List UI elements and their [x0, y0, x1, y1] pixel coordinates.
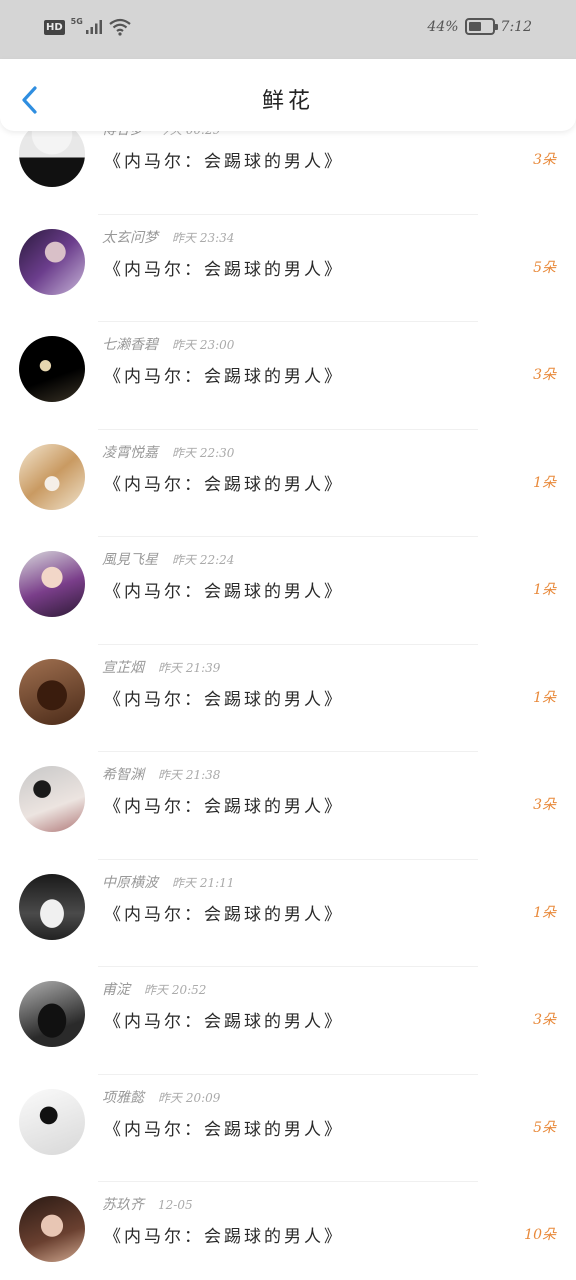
- list-item[interactable]: 项雅懿 昨天 20:09 《内马尔：会踢球的男人》 5朵: [0, 1075, 576, 1182]
- sender-name[interactable]: 七濑香碧: [102, 337, 158, 353]
- sender-name[interactable]: 風見飞星: [102, 552, 158, 568]
- flower-count: 1朵: [533, 474, 556, 491]
- sender-name[interactable]: 中原横波: [102, 875, 158, 891]
- flower-count: 3朵: [533, 367, 556, 383]
- timestamp: 昨天 22:24: [172, 553, 235, 567]
- flower-list: 傅谷梦今天 00:29《内马尔：会踢球的男人》3朵太玄问梦昨天 23:34《内马…: [0, 121, 576, 1280]
- sender-meta: 希智渊 昨天 21:38: [102, 764, 220, 784]
- sender-name[interactable]: 宣芷烟: [102, 660, 144, 676]
- list-item[interactable]: 凌霄悦嘉 昨天 22:30 《内马尔：会踢球的男人》 1朵: [0, 430, 576, 537]
- status-left: HD 5G: [44, 16, 131, 36]
- sender-name[interactable]: 苏玖齐: [102, 1197, 144, 1213]
- timestamp: 昨天 20:09: [158, 1090, 221, 1105]
- header: 鲜花: [0, 59, 576, 131]
- sender-name[interactable]: 希智渊: [102, 767, 144, 783]
- book-title[interactable]: 《内马尔：会踢球的男人》: [104, 470, 344, 495]
- book-title[interactable]: 《内马尔：会踢球的男人》: [104, 1007, 344, 1032]
- status-bar: HD 5G 44% 7:12: [0, 0, 576, 59]
- timestamp: 12-05: [158, 1198, 193, 1212]
- book-title[interactable]: 《内马尔：会踢球的男人》: [104, 577, 344, 602]
- avatar[interactable]: [19, 658, 85, 725]
- flower-count: 5朵: [533, 259, 556, 276]
- book-title[interactable]: 《内马尔：会踢球的男人》: [104, 1115, 344, 1140]
- sender-name[interactable]: 太玄问梦: [102, 230, 158, 246]
- battery-percent: 44%: [427, 18, 459, 35]
- avatar[interactable]: [19, 336, 85, 402]
- timestamp: 昨天 21:38: [158, 768, 221, 782]
- list-item[interactable]: 甫淀 昨天 20:52 《内马尔：会踢球的男人》 3朵: [0, 967, 576, 1075]
- flower-count: 1朵: [533, 582, 556, 598]
- book-title[interactable]: 《内马尔：会踢球的男人》: [104, 1222, 344, 1247]
- page-title: 鲜花: [261, 89, 314, 114]
- sender-meta: 七濑香碧 昨天 23:00: [102, 334, 234, 354]
- sender-name[interactable]: 凌霄悦嘉: [102, 445, 158, 461]
- timestamp: 昨天 20:52: [144, 983, 207, 997]
- sender-name[interactable]: 项雅懿: [102, 1090, 144, 1106]
- wifi-icon: [109, 18, 131, 36]
- list-item[interactable]: 中原横波 昨天 21:11 《内马尔：会踢球的男人》 1朵: [0, 860, 576, 967]
- timestamp: 昨天 23:34: [172, 230, 235, 245]
- sender-meta: 凌霄悦嘉 昨天 22:30: [102, 442, 234, 462]
- flower-count: 5朵: [533, 1119, 556, 1136]
- sender-meta: 太玄问梦 昨天 23:34: [102, 227, 234, 247]
- sender-meta: 苏玖齐 12-05: [102, 1194, 193, 1214]
- flower-count: 3朵: [533, 1012, 556, 1028]
- avatar[interactable]: [19, 228, 85, 295]
- flower-count: 1朵: [533, 904, 556, 921]
- list-item[interactable]: 七濑香碧 昨天 23:00 《内马尔：会踢球的男人》 3朵: [0, 322, 576, 430]
- avatar[interactable]: [19, 443, 85, 510]
- timestamp: 昨天 22:30: [172, 445, 235, 460]
- avatar[interactable]: [19, 1088, 85, 1155]
- sender-name[interactable]: 甫淀: [102, 982, 130, 998]
- avatar[interactable]: [19, 766, 85, 832]
- hd-badge: HD: [44, 19, 65, 35]
- timestamp: 昨天 21:11: [172, 875, 235, 890]
- book-title[interactable]: 《内马尔：会踢球的男人》: [104, 685, 344, 710]
- list-item[interactable]: 宣芷烟 昨天 21:39 《内马尔：会踢球的男人》 1朵: [0, 645, 576, 752]
- status-right: 44% 7:12: [427, 18, 532, 35]
- avatar[interactable]: [19, 873, 85, 940]
- book-title[interactable]: 《内马尔：会踢球的男人》: [104, 900, 344, 925]
- network-type: 5G: [70, 16, 83, 26]
- sender-meta: 中原横波 昨天 21:11: [102, 872, 234, 892]
- sender-meta: 甫淀 昨天 20:52: [102, 979, 206, 999]
- flower-count: 3朵: [533, 797, 556, 813]
- timestamp: 昨天 21:39: [158, 660, 221, 675]
- flower-count: 3朵: [533, 152, 556, 168]
- list-item[interactable]: 苏玖齐 12-05 《内马尔：会踢球的男人》 10朵: [0, 1182, 576, 1280]
- avatar[interactable]: [19, 981, 85, 1047]
- sender-meta: 風見飞星 昨天 22:24: [102, 549, 234, 569]
- book-title[interactable]: 《内马尔：会踢球的男人》: [104, 792, 344, 817]
- clock: 7:12: [500, 18, 532, 35]
- sender-meta: 项雅懿 昨天 20:09: [102, 1087, 220, 1107]
- avatar[interactable]: [19, 551, 85, 617]
- flower-count: 1朵: [533, 689, 556, 706]
- sender-meta: 宣芷烟 昨天 21:39: [102, 657, 220, 677]
- book-title[interactable]: 《内马尔：会踢球的男人》: [104, 147, 344, 172]
- list-item[interactable]: 風見飞星 昨天 22:24 《内马尔：会踢球的男人》 1朵: [0, 537, 576, 645]
- list-item[interactable]: 太玄问梦 昨天 23:34 《内马尔：会踢球的男人》 5朵: [0, 215, 576, 322]
- book-title[interactable]: 《内马尔：会踢球的男人》: [104, 255, 344, 280]
- battery-icon: [464, 18, 498, 35]
- book-title[interactable]: 《内马尔：会踢球的男人》: [104, 362, 344, 387]
- list-item[interactable]: 希智渊 昨天 21:38 《内马尔：会踢球的男人》 3朵: [0, 752, 576, 860]
- signal-icon: [85, 20, 102, 34]
- timestamp: 昨天 23:00: [172, 338, 235, 352]
- avatar[interactable]: [19, 1196, 85, 1262]
- flower-count: 10朵: [524, 1227, 556, 1243]
